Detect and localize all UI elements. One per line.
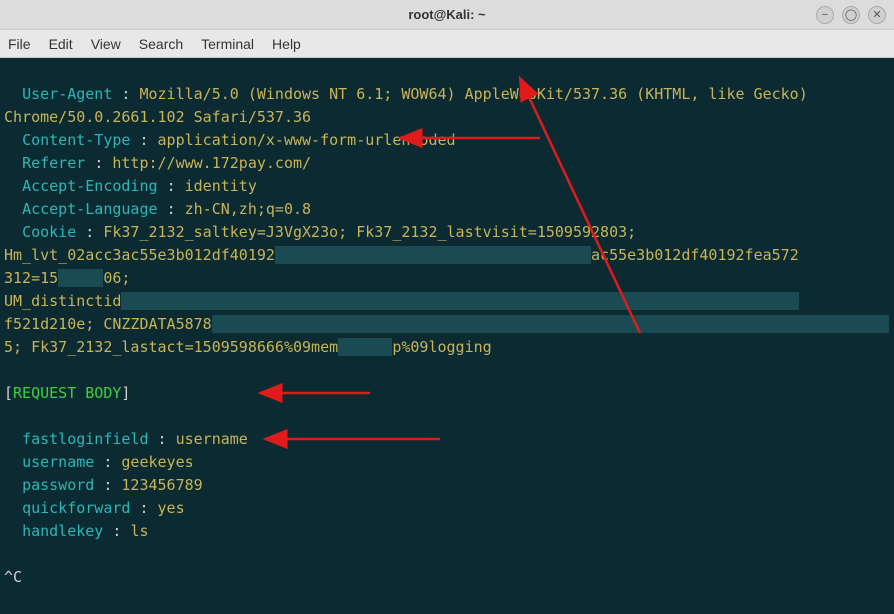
- menu-edit[interactable]: Edit: [49, 36, 73, 52]
- close-button[interactable]: ✕: [868, 6, 886, 24]
- header-content-type-val: application/x-www-form-urlencoded: [158, 131, 456, 149]
- body-fastloginfield-val: username: [176, 430, 248, 448]
- maximize-button[interactable]: ◯: [842, 6, 860, 24]
- header-cookie-val-7: p%09logging: [392, 338, 491, 356]
- terminal-window: root@Kali: ~ − ◯ ✕ File Edit View Search…: [0, 0, 894, 614]
- redacted-region: xxxxxxxxxxxxxxxxxxxxxxxxxxxxxxxxxxx: [275, 246, 591, 264]
- header-referer-key: Referer: [22, 154, 85, 172]
- menu-file[interactable]: File: [8, 36, 31, 52]
- menu-search[interactable]: Search: [139, 36, 183, 52]
- header-accept-language-val: zh-CN,zh;q=0.8: [185, 200, 311, 218]
- menu-view[interactable]: View: [91, 36, 121, 52]
- header-referer-val: http://www.172pay.com/: [112, 154, 311, 172]
- header-accept-encoding-val: identity: [185, 177, 257, 195]
- section-request-body: REQUEST BODY: [13, 384, 121, 402]
- redacted-region: xxxxxxxxxxxxxxxxxxxxxxxxxxxxxxxxxxxxxxxx…: [121, 292, 798, 310]
- body-password-val: 123456789: [121, 476, 202, 494]
- header-cookie-key: Cookie: [22, 223, 76, 241]
- body-handlekey-key: handlekey: [22, 522, 103, 540]
- header-accept-language-key: Accept-Language: [22, 200, 157, 218]
- terminal-body[interactable]: User-Agent : Mozilla/5.0 (Windows NT 6.1…: [0, 58, 894, 614]
- body-quickforward-val: yes: [158, 499, 185, 517]
- menu-terminal[interactable]: Terminal: [201, 36, 254, 52]
- header-content-type-key: Content-Type: [22, 131, 130, 149]
- redacted-region: xxxxxxxxxxxxxxxxxxxxxxxxxxxxxxxxxxxxxxxx…: [212, 315, 889, 333]
- body-handlekey-val: ls: [130, 522, 148, 540]
- body-fastloginfield-key: fastloginfield: [22, 430, 148, 448]
- header-user-agent-key: User-Agent: [22, 85, 112, 103]
- header-cookie-val-2: ac55e3b012df40192fea572: [591, 246, 799, 264]
- redacted-region: xxxxxx: [338, 338, 392, 356]
- header-cookie-val-3: 312=15: [4, 269, 58, 287]
- body-password-key: password: [22, 476, 94, 494]
- body-username-val: geekeyes: [121, 453, 193, 471]
- menu-help[interactable]: Help: [272, 36, 301, 52]
- menubar: File Edit View Search Terminal Help: [0, 30, 894, 58]
- window-title: root@Kali: ~: [408, 7, 485, 22]
- body-quickforward-key: quickforward: [22, 499, 130, 517]
- header-cookie-val-5: f521d210e; CNZZDATA5878: [4, 315, 212, 333]
- terminal-output: User-Agent : Mozilla/5.0 (Windows NT 6.1…: [4, 83, 890, 614]
- window-controls: − ◯ ✕: [816, 6, 886, 24]
- redacted-region: xxxxx: [58, 269, 103, 287]
- interrupt-text: ^C: [4, 568, 22, 586]
- minimize-button[interactable]: −: [816, 6, 834, 24]
- body-username-key: username: [22, 453, 94, 471]
- titlebar: root@Kali: ~ − ◯ ✕: [0, 0, 894, 30]
- header-accept-encoding-key: Accept-Encoding: [22, 177, 157, 195]
- header-cookie-val-6: 5; Fk37_2132_lastact=1509598666%09mem: [4, 338, 338, 356]
